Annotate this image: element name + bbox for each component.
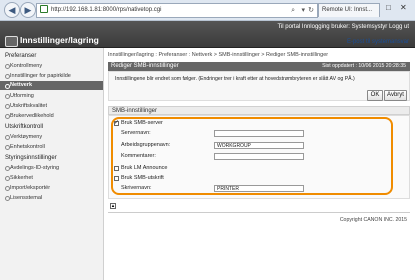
settings-icon [5, 36, 18, 47]
refresh-icon[interactable]: ↻ [308, 4, 314, 17]
header-links[interactable]: Til portal Innlogging bruker: Systemsyst… [277, 24, 409, 30]
comment-label: Kommentarer: [121, 153, 156, 159]
scroll-top-icon[interactable]: ▴ [110, 203, 116, 209]
comment-input[interactable] [214, 153, 304, 160]
last-updated: Sist oppdatert : 10/06 2015 20:28:35 [322, 63, 406, 69]
printer-name-input[interactable]: PRINTER [214, 185, 304, 192]
sidebar-item-paper-source[interactable]: Innstillinger for papirkilde [5, 73, 71, 79]
forward-arrow-icon[interactable]: ▶ [20, 2, 36, 18]
printer-name-label: Skrivernavn: [121, 185, 152, 191]
browser-tab[interactable]: Remote UI: Innst... [318, 3, 380, 17]
copyright: Copyright CANON INC. 2015 [339, 217, 407, 223]
email-admin-link[interactable]: E-post til systemansvar [347, 39, 409, 45]
search-icon[interactable]: ⌕ [291, 4, 295, 17]
message-box: Innstillingene blir endret som følger. (… [108, 71, 410, 101]
sidebar-item-department-id[interactable]: Avdelings-ID-styring [4, 165, 59, 171]
sidebar-category-preferences: Preferanser [5, 53, 37, 59]
sidebar-item-print-quality[interactable]: Utskriftskvalitet [5, 103, 47, 109]
tab-label: Remote UI: Innst... [322, 7, 373, 13]
address-bar[interactable]: http://192.168.1.81:8000/rps/nativetop.c… [36, 3, 318, 18]
edit-bar-title: Rediger SMB-innstillinger [111, 63, 179, 69]
sidebar-category-print-control: Utskriftkontroll [5, 124, 44, 130]
use-smb-server-checkbox[interactable] [114, 119, 119, 126]
url-text: http://192.168.1.81:8000/rps/nativetop.c… [51, 7, 162, 13]
page-title: Innstillinger/lagring [20, 35, 99, 45]
sidebar-item-import-export[interactable]: Import/eksportér [4, 185, 50, 191]
section-title: SMB-innstillinger [108, 106, 410, 115]
sidebar-item-security[interactable]: Sikkerhet [5, 175, 33, 181]
sidebar-item-network[interactable]: Nettverk [0, 81, 103, 90]
breadcrumb: Innstillinger/lagring : Preferanser : Ne… [108, 52, 329, 58]
server-name-input[interactable] [214, 130, 304, 137]
workgroup-label: Arbeidsgruppenavn: [121, 142, 171, 148]
message-text: Innstillingene blir endret som følger. (… [115, 76, 355, 82]
dropdown-icon[interactable]: ▾ [301, 4, 305, 17]
use-smb-server-label: Bruk SMB-server [121, 120, 163, 126]
edit-bar: Rediger SMB-innstillinger Sist oppdatert… [108, 62, 410, 71]
lm-announce-checkbox[interactable] [114, 166, 119, 171]
sidebar-item-device-control[interactable]: Enhetskontroll [5, 144, 45, 150]
ok-button[interactable]: OK [367, 90, 383, 101]
sidebar-item-user-maintenance[interactable]: Brukervedlikehold [5, 113, 54, 119]
lock-icon [40, 5, 48, 14]
smb-print-checkbox[interactable] [114, 176, 119, 181]
workgroup-input[interactable]: WORKGROUP [214, 142, 304, 149]
close-icon[interactable]: ✕ [400, 3, 407, 12]
lm-announce-label: Bruk LM Announce [121, 165, 168, 171]
sidebar-item-control-menu[interactable]: Kontrollmeny [4, 63, 42, 69]
sidebar-item-layout[interactable]: Utforming [5, 93, 34, 99]
maximize-icon[interactable]: □ [386, 3, 391, 12]
back-arrow-icon[interactable]: ◀ [4, 2, 20, 18]
sidebar-category-management: Styringsinnstillinger [5, 155, 57, 161]
smb-print-label: Bruk SMB-utskrift [121, 175, 164, 181]
sidebar-item-tools-menu[interactable]: Verktøymeny [4, 134, 42, 140]
sidebar-item-license[interactable]: Lisensstemal [4, 195, 42, 201]
footer-divider [108, 212, 410, 213]
cancel-button[interactable]: Avbryt [384, 90, 407, 101]
server-name-label: Servernavn: [121, 130, 151, 136]
